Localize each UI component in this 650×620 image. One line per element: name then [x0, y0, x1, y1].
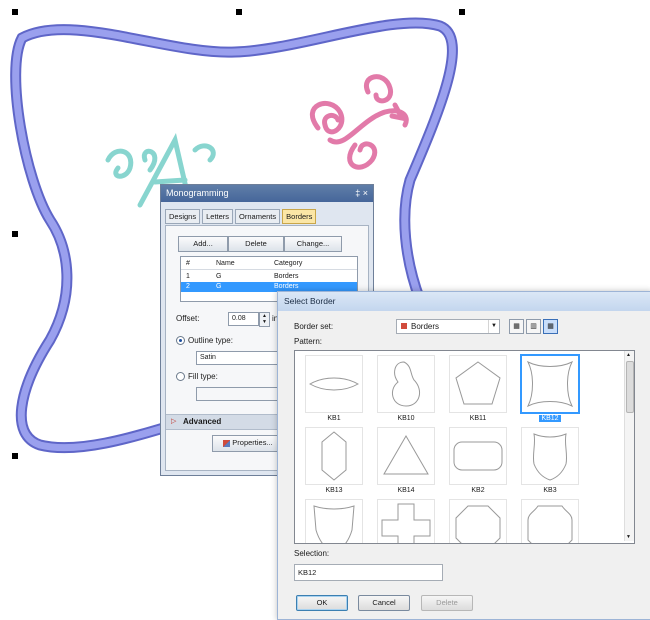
row-number: 1	[186, 273, 190, 280]
outline-type-label: Outline type:	[188, 336, 233, 345]
pattern-label-kb12-text: KB12	[539, 415, 561, 422]
pattern-label-kb14: KB14	[397, 487, 415, 494]
selection-handle-top-middle[interactable]	[236, 9, 242, 15]
properties-button[interactable]: Properties...	[212, 435, 284, 452]
pattern-thumbnail[interactable]	[521, 427, 579, 485]
pattern-thumbnail[interactable]	[449, 355, 507, 413]
scroll-up-arrow-icon[interactable]: ▲	[626, 352, 631, 358]
fill-type-radio[interactable]	[176, 372, 185, 381]
pattern-grid[interactable]: KB1 KB10 KB11 KB12 KB13 KB14 KB2 KB3 ▲ ▼	[294, 350, 635, 544]
tab-designs[interactable]: Designs	[165, 209, 201, 224]
header-category: Category	[274, 260, 303, 267]
tab-borders[interactable]: Borders	[282, 209, 317, 224]
outline-type-radio[interactable]	[176, 336, 185, 345]
pattern-label-kb3: KB3	[543, 487, 557, 494]
monogramming-tabs: Designs Letters Ornaments Borders	[165, 209, 318, 224]
list-item[interactable]: 1 G Borders	[181, 272, 357, 282]
pattern-thumbnail[interactable]	[305, 499, 363, 543]
border-set-dropdown[interactable]: Borders ▼	[396, 319, 500, 334]
tab-ornaments[interactable]: Ornaments	[235, 209, 281, 224]
border-set-label: Border set:	[294, 322, 334, 331]
chevron-down-icon: ▼	[488, 320, 499, 333]
monogramming-title: Monogramming	[166, 188, 229, 198]
row-name: G	[216, 283, 222, 290]
offset-spinner[interactable]: ▲ ▼	[259, 312, 270, 327]
delete-button[interactable]: Delete	[228, 236, 284, 252]
border-set-value: Borders	[411, 322, 440, 331]
pattern-thumbnail[interactable]	[305, 355, 363, 413]
dialog-title: Select Border	[284, 296, 336, 306]
change-button[interactable]: Change...	[284, 236, 342, 252]
properties-label: Properties...	[232, 438, 273, 447]
pattern-label-kb1: KB1	[327, 415, 341, 422]
pattern-thumbnail[interactable]	[521, 499, 579, 543]
pattern-thumbnail[interactable]	[449, 427, 507, 485]
header-name: Name	[216, 260, 235, 267]
view-small-icons-button[interactable]: ▦	[543, 319, 558, 334]
view-large-icons-button[interactable]: ▦	[509, 319, 524, 334]
fill-type-label: Fill type:	[188, 372, 218, 381]
selection-handle-bottom-left[interactable]	[12, 453, 18, 459]
selection-handle-top-right[interactable]	[459, 9, 465, 15]
pattern-scrollbar[interactable]: ▲ ▼	[624, 351, 634, 541]
ok-button[interactable]: OK	[296, 595, 348, 611]
selection-label: Selection:	[294, 549, 330, 558]
select-border-dialog: Select Border Border set: Borders ▼ ▦ ▥ …	[277, 291, 650, 620]
pattern-thumbnail-selected[interactable]	[520, 354, 580, 414]
cancel-button[interactable]: Cancel	[358, 595, 410, 611]
expand-arrow-icon: ▷	[171, 418, 177, 425]
header-number: #	[186, 260, 190, 267]
pattern-thumbnail[interactable]	[305, 427, 363, 485]
selection-field[interactable]: KB12	[294, 564, 443, 581]
scroll-down-arrow-icon[interactable]: ▼	[626, 534, 631, 540]
advanced-label: Advanced	[183, 417, 222, 426]
pattern-thumbnail[interactable]	[377, 499, 435, 543]
offset-label: Offset:	[176, 314, 200, 323]
pattern-label: Pattern:	[294, 337, 323, 346]
selection-handle-top-left[interactable]	[12, 9, 18, 15]
pattern-label-kb12: KB12	[521, 415, 579, 422]
pattern-thumbnail[interactable]	[377, 427, 435, 485]
list-header: # Name Category	[181, 259, 357, 270]
panel-controls[interactable]: ‡ ×	[355, 185, 368, 202]
pattern-label-kb2: KB2	[471, 487, 485, 494]
swirl-ornament	[309, 74, 409, 170]
pattern-label-kb13: KB13	[325, 487, 343, 494]
pattern-thumbnail[interactable]	[449, 499, 507, 543]
add-button[interactable]: Add...	[178, 236, 228, 252]
scroll-thumb[interactable]	[626, 361, 634, 413]
offset-input[interactable]: 0.08	[228, 312, 259, 326]
pattern-label-kb10: KB10	[397, 415, 415, 422]
pattern-label-kb11: KB11	[469, 415, 487, 422]
selection-handle-middle-left[interactable]	[12, 231, 18, 237]
view-list-button[interactable]: ▥	[526, 319, 541, 334]
monogramming-titlebar[interactable]: Monogramming ‡ ×	[161, 185, 373, 202]
tab-letters[interactable]: Letters	[202, 209, 234, 224]
row-name: G	[216, 273, 222, 280]
properties-icon	[223, 439, 231, 447]
pattern-thumbnail[interactable]	[377, 355, 435, 413]
border-set-icon	[401, 323, 407, 329]
dialog-titlebar[interactable]: Select Border	[278, 292, 650, 311]
delete-button-dialog[interactable]: Delete	[421, 595, 473, 611]
row-number: 2	[186, 283, 190, 290]
row-category: Borders	[274, 273, 299, 280]
